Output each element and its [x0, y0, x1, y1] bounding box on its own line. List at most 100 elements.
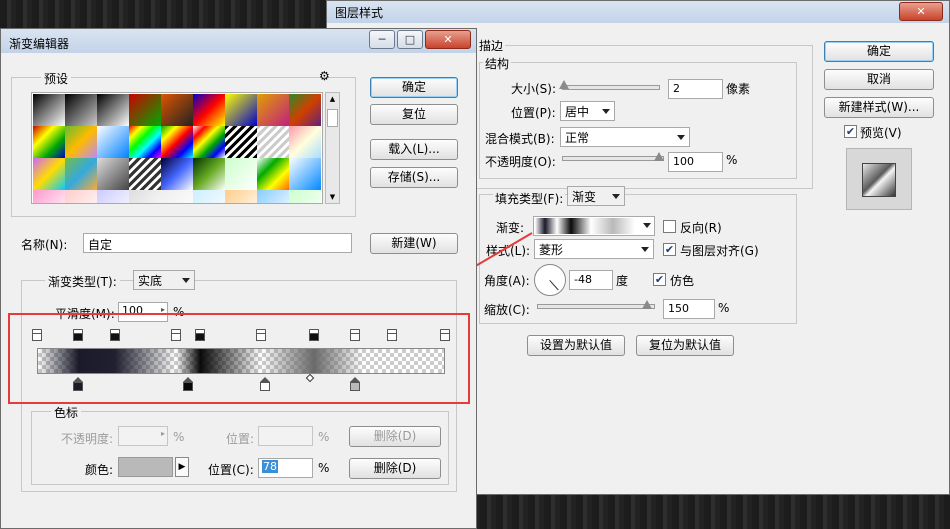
opacity-arrow-icon[interactable]: ▸: [161, 429, 165, 438]
preset-swatch[interactable]: [97, 158, 129, 190]
preset-swatch[interactable]: [193, 94, 225, 126]
layer-style-titlebar[interactable]: 图层样式: [327, 1, 949, 23]
preset-swatch[interactable]: [33, 158, 65, 190]
preset-swatch[interactable]: [225, 158, 257, 190]
preset-swatch[interactable]: [65, 190, 97, 203]
preset-swatch[interactable]: [161, 158, 193, 190]
presets-swatch-grid: [31, 92, 323, 204]
align-checkbox[interactable]: ✔: [663, 243, 676, 256]
layer-style-close-button[interactable]: ✕: [899, 2, 943, 21]
opacity-input[interactable]: ▸: [118, 426, 168, 446]
gear-icon[interactable]: ⚙: [319, 69, 330, 83]
gradient-type-select[interactable]: 实底: [133, 270, 195, 290]
preset-swatch[interactable]: [257, 94, 289, 126]
opacity-label: 不透明度(O):: [485, 155, 556, 169]
delete-opacity-stop-button[interactable]: 删除(D): [349, 426, 441, 447]
reset-default-button[interactable]: 复位为默认值: [636, 335, 734, 356]
style-select[interactable]: 菱形: [534, 239, 654, 259]
preset-swatch[interactable]: [289, 158, 321, 190]
preset-swatch[interactable]: [65, 126, 97, 158]
close-button[interactable]: ✕: [425, 30, 471, 49]
reverse-label: 反向(R): [680, 221, 722, 235]
location-input[interactable]: [258, 426, 313, 446]
opacity-unit: %: [726, 153, 738, 167]
preset-swatch[interactable]: [129, 94, 161, 126]
reset-button[interactable]: 复位: [370, 104, 458, 125]
blend-mode-label: 混合模式(B):: [485, 132, 555, 146]
scale-slider-thumb[interactable]: [642, 300, 652, 309]
fill-type-label: 填充类型(F):: [493, 190, 566, 207]
preset-swatch[interactable]: [65, 94, 97, 126]
presets-scrollbar[interactable]: ▲ ▼: [325, 92, 340, 204]
preset-swatch[interactable]: [289, 94, 321, 126]
preset-swatch[interactable]: [161, 94, 193, 126]
color-picker-arrow-icon[interactable]: ▶: [175, 457, 189, 477]
preset-swatch[interactable]: [257, 126, 289, 158]
layer-style-ok-button[interactable]: 确定: [824, 41, 934, 62]
preset-swatch[interactable]: [257, 158, 289, 190]
delete-color-stop-button[interactable]: 删除(D): [349, 458, 441, 479]
dither-label: 仿色: [670, 274, 695, 288]
set-default-button[interactable]: 设置为默认值: [527, 335, 625, 356]
maximize-button[interactable]: □: [397, 30, 423, 49]
save-button[interactable]: 存储(S)...: [370, 167, 458, 188]
dither-checkbox[interactable]: ✔: [653, 273, 666, 286]
stroke-section-title: 描边: [477, 37, 506, 54]
scroll-thumb[interactable]: [327, 109, 338, 127]
minimize-button[interactable]: ─: [369, 30, 395, 49]
angle-dial-needle: [549, 280, 559, 291]
location-c-input[interactable]: 78: [258, 458, 313, 478]
size-slider-thumb[interactable]: [559, 80, 569, 89]
new-button[interactable]: 新建(W): [370, 233, 458, 254]
blend-mode-select[interactable]: 正常: [560, 127, 690, 147]
ok-button[interactable]: 确定: [370, 77, 458, 98]
position-select[interactable]: 居中: [560, 101, 615, 121]
preset-swatch[interactable]: [33, 126, 65, 158]
preset-swatch[interactable]: [225, 126, 257, 158]
scroll-up-icon[interactable]: ▲: [326, 93, 339, 105]
new-style-button[interactable]: 新建样式(W)...: [824, 97, 934, 118]
preset-swatch[interactable]: [225, 94, 257, 126]
chevron-down-icon: [602, 109, 610, 114]
scale-input[interactable]: 150: [663, 299, 715, 319]
preset-swatch[interactable]: [161, 190, 193, 203]
preview-checkbox[interactable]: ✔: [844, 125, 857, 138]
layer-style-cancel-button[interactable]: 取消: [824, 69, 934, 90]
preset-swatch[interactable]: [97, 94, 129, 126]
preset-swatch[interactable]: [97, 190, 129, 203]
stop-color-swatch[interactable]: [118, 457, 173, 477]
preset-swatch[interactable]: [129, 126, 161, 158]
opacity-unit: %: [173, 430, 185, 444]
fill-type-select[interactable]: 渐变: [567, 186, 625, 206]
preset-swatch[interactable]: [33, 190, 65, 203]
preset-swatch[interactable]: [33, 94, 65, 126]
preset-swatch[interactable]: [129, 190, 161, 203]
preset-swatch[interactable]: [129, 158, 161, 190]
opacity-input[interactable]: 100: [668, 152, 723, 172]
preset-swatch[interactable]: [97, 126, 129, 158]
preset-swatch[interactable]: [65, 158, 97, 190]
angle-input[interactable]: -48: [569, 270, 613, 290]
size-unit: 像素: [726, 82, 751, 96]
preset-swatch[interactable]: [225, 190, 257, 203]
size-input[interactable]: 2: [668, 79, 723, 99]
color-stops-label: 色标: [51, 404, 82, 421]
preset-swatch[interactable]: [289, 190, 321, 203]
opacity-slider-thumb[interactable]: [654, 152, 664, 161]
opacity-slider[interactable]: [562, 156, 664, 161]
gradient-picker[interactable]: [533, 216, 655, 236]
preset-swatch[interactable]: [289, 126, 321, 158]
scale-slider[interactable]: [537, 304, 655, 309]
preset-swatch[interactable]: [257, 190, 289, 203]
layer-style-title: 图层样式: [335, 6, 384, 20]
preset-swatch[interactable]: [193, 158, 225, 190]
size-slider[interactable]: [562, 85, 660, 90]
preset-swatch[interactable]: [193, 190, 225, 203]
scroll-down-icon[interactable]: ▼: [326, 191, 339, 203]
preset-swatch[interactable]: [161, 126, 193, 158]
load-button[interactable]: 载入(L)...: [370, 139, 458, 160]
reverse-checkbox[interactable]: [663, 220, 676, 233]
name-input[interactable]: 自定: [83, 233, 352, 253]
preset-swatch[interactable]: [193, 126, 225, 158]
chevron-down-icon: [612, 194, 620, 199]
